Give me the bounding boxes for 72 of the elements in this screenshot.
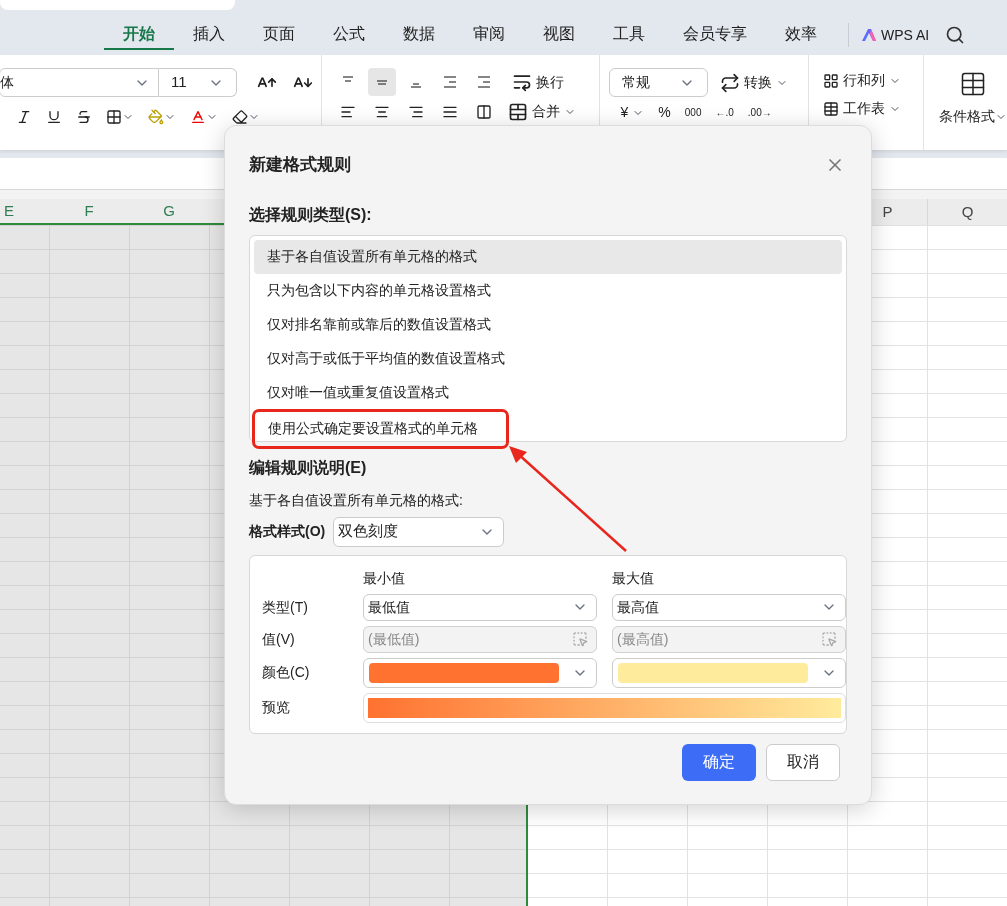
font-name: 体 <box>0 73 14 92</box>
thousands-button[interactable]: 000 <box>684 105 702 120</box>
rule-type-item[interactable]: 仅对排名靠前或靠后的数值设置格式 <box>254 307 842 342</box>
ribbon-tab[interactable]: 插入 <box>174 20 244 50</box>
font-color-icon[interactable] <box>190 109 206 125</box>
description: 基于各自值设置所有单元格的格式: <box>249 490 464 510</box>
font-select[interactable]: 体 <box>0 68 159 97</box>
ok-button[interactable]: 确定 <box>682 743 756 781</box>
decimal-increase-button[interactable]: ←.0 <box>715 105 734 120</box>
column-header[interactable]: G <box>129 199 209 223</box>
ribbon-tab[interactable]: 审阅 <box>454 20 524 50</box>
ribbon-tab[interactable]: 工具 <box>594 20 664 50</box>
field-label: 类型(T) <box>262 597 309 617</box>
section-label: 选择规则类型(S): <box>249 204 373 225</box>
column-label: 最大值 <box>612 568 655 588</box>
ai-button[interactable]: WPS AI <box>861 24 930 46</box>
eraser-icon[interactable] <box>232 109 248 125</box>
field-label: 预览 <box>262 698 291 717</box>
ribbon-tab[interactable]: 公式 <box>314 20 384 50</box>
convert-button[interactable]: 转换 <box>719 72 788 93</box>
wrap-text-icon <box>512 72 532 92</box>
search-icon[interactable] <box>945 25 966 45</box>
merge-button[interactable]: 合并 <box>508 101 576 122</box>
worksheet-icon <box>823 100 840 117</box>
ribbon-tab[interactable]: 页面 <box>244 20 314 50</box>
conditional-format-icon <box>959 70 987 98</box>
rule-type-item[interactable]: 只为包含以下内容的单元格设置格式 <box>254 273 842 308</box>
dialog-title: 新建格式规则 <box>249 154 351 176</box>
number-format-select[interactable]: 常规 <box>608 68 708 97</box>
rows-columns-icon <box>823 72 840 89</box>
size-select[interactable]: 11 <box>159 68 237 97</box>
type-select[interactable]: 最高值 <box>612 593 846 621</box>
percent-button[interactable]: % <box>658 102 671 123</box>
font-size: 11 <box>171 72 187 93</box>
strikethrough-icon[interactable] <box>76 109 92 125</box>
rule-type-item[interactable]: 仅对唯一值或重复值设置格式 <box>254 375 842 410</box>
wrap-text-button[interactable]: 换行 <box>512 71 564 93</box>
column-header[interactable]: E <box>0 199 49 223</box>
ribbon-tab[interactable]: 数据 <box>384 20 454 50</box>
convert-icon <box>719 72 740 93</box>
ai-logo-icon <box>861 28 877 42</box>
cancel-button[interactable]: 取消 <box>766 743 840 781</box>
ribbon-tab[interactable]: 效率 <box>766 20 836 50</box>
section-label: 编辑规则说明(E) <box>249 457 368 478</box>
underline-icon[interactable] <box>46 109 62 125</box>
ribbon-tab[interactable]: 开始 <box>104 20 174 50</box>
merge-icon <box>508 101 528 122</box>
column-label: 最小值 <box>363 568 406 588</box>
column-header[interactable]: F <box>49 199 129 223</box>
italic-icon[interactable] <box>16 109 32 125</box>
field-label: 值(V) <box>262 629 296 649</box>
rows-columns-button[interactable]: 行和列 <box>823 70 923 91</box>
ribbon-tab[interactable]: 视图 <box>524 20 594 50</box>
rule-type-item[interactable]: 仅对高于或低于平均值的数值设置格式 <box>254 341 842 376</box>
decimal-decrease-button[interactable]: .00→ <box>747 105 772 120</box>
currency-button[interactable]: ¥ <box>620 102 645 123</box>
rule-type-item[interactable]: 基于各自值设置所有单元格的格式 <box>254 239 842 274</box>
rule-type-item[interactable]: 使用公式确定要设置格式的单元格 <box>255 411 506 446</box>
color-picker[interactable] <box>363 657 597 688</box>
conditional-format-button[interactable]: 条件格式 <box>924 55 1007 150</box>
distribute-icon[interactable] <box>476 103 492 120</box>
field-label: 颜色(C) <box>262 663 311 682</box>
border-icon[interactable] <box>106 109 122 125</box>
fill-color-icon[interactable] <box>148 109 164 125</box>
worksheet-button[interactable]: 工作表 <box>823 98 923 119</box>
align-middle-icon[interactable] <box>368 68 396 96</box>
number-format: 常规 <box>621 73 650 92</box>
ribbon-tab[interactable]: 会员专享 <box>664 20 766 50</box>
style-select[interactable]: 双色刻度 <box>333 516 505 547</box>
type-select[interactable]: 最低值 <box>363 593 597 621</box>
color-picker[interactable] <box>612 657 846 688</box>
style-label: 格式样式(O) <box>249 522 326 541</box>
